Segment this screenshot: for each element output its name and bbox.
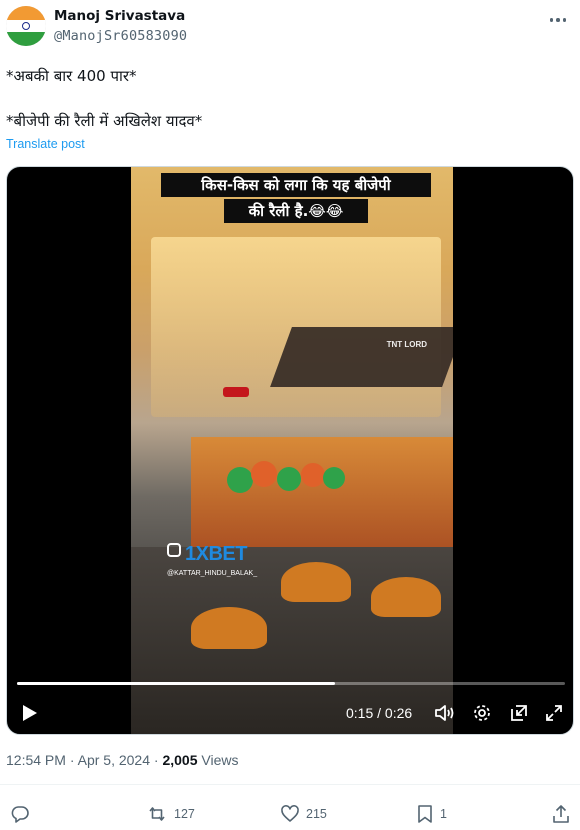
instagram-icon <box>167 543 181 557</box>
video-scene-cap <box>191 607 267 649</box>
tweet-date[interactable]: Apr 5, 2024 <box>78 752 150 768</box>
video-scene-balloon <box>251 461 277 487</box>
like-count: 215 <box>306 807 327 821</box>
gear-icon <box>474 705 490 721</box>
heart-icon <box>281 805 299 822</box>
more-icon <box>549 18 554 22</box>
pip-icon <box>511 705 527 721</box>
volume-icon <box>435 705 454 721</box>
video-time: 0:15 / 0:26 <box>346 705 413 721</box>
tweet-text-line1: *अबकी बार 400 पार* <box>6 67 137 85</box>
video-scene-balloon <box>323 467 345 489</box>
translate-post-link[interactable]: Translate post <box>6 137 85 151</box>
divider <box>0 784 580 785</box>
expand-icon <box>546 705 562 721</box>
more-icon-dot <box>556 18 560 22</box>
video-scene-cap <box>281 562 351 602</box>
video-player[interactable]: किस-किस को लगा कि यह बीजेपी की रैली है.😂… <box>6 166 574 735</box>
video-scene-balloon <box>277 467 301 491</box>
settings-button[interactable] <box>470 701 494 725</box>
views-label: Views <box>201 752 239 768</box>
share-button[interactable] <box>552 803 570 825</box>
bookmark-button[interactable]: 1 <box>416 803 447 825</box>
video-caption-line2: की रैली है.😂😂 <box>224 199 368 223</box>
repost-button[interactable]: 127 <box>146 803 195 825</box>
repost-icon <box>149 807 165 821</box>
play-icon <box>23 705 37 721</box>
video-scene-balloon <box>227 467 253 493</box>
repost-count: 127 <box>174 807 195 821</box>
bookmark-count: 1 <box>440 807 447 821</box>
tweet-meta: 12:54 PM · Apr 5, 2024 · 2,005 Views <box>6 752 238 768</box>
author-name[interactable]: Manoj Srivastava <box>54 8 185 24</box>
sponsor-logo: 1XBET <box>185 543 247 565</box>
video-caption-line1: किस-किस को लगा कि यह बीजेपी <box>161 173 431 197</box>
tweet-header: Manoj Srivastava @ManojSr60583090 <box>6 6 574 50</box>
video-scene-red-cap <box>223 387 249 397</box>
volume-button[interactable] <box>433 701 457 725</box>
views-count: 2,005 <box>162 752 198 768</box>
video-scene-vehicle <box>191 437 453 557</box>
picture-in-picture-button[interactable] <box>507 701 531 725</box>
reply-icon <box>11 806 29 823</box>
bookmark-icon <box>418 805 432 823</box>
video-scene-awning <box>270 327 453 387</box>
sponsor-handle: @KATTAR_HINDU_BALAK_ <box>167 570 258 577</box>
like-button[interactable]: 215 <box>280 803 327 825</box>
reply-button[interactable] <box>10 803 36 825</box>
video-scene-cap <box>371 577 441 617</box>
meta-separator: · <box>69 752 78 768</box>
more-options-button[interactable] <box>546 10 570 30</box>
fullscreen-button[interactable] <box>542 701 566 725</box>
tweet-time[interactable]: 12:54 PM <box>6 752 66 768</box>
avatar[interactable] <box>6 6 46 46</box>
video-progress-fill <box>17 682 335 685</box>
author-handle[interactable]: @ManojSr60583090 <box>54 28 187 44</box>
tweet-text-line2: *बीजेपी की रैली में अखिलेश यादव* <box>6 112 203 130</box>
share-icon <box>553 805 569 823</box>
more-icon-dot <box>562 18 567 22</box>
video-progress-bar[interactable] <box>17 682 565 685</box>
play-button[interactable] <box>19 701 41 725</box>
video-frame: किस-किस को लगा कि यह बीजेपी की रैली है.😂… <box>131 167 453 734</box>
video-scene-balloon <box>301 463 325 487</box>
video-watermark: TNT LORD <box>386 340 427 349</box>
